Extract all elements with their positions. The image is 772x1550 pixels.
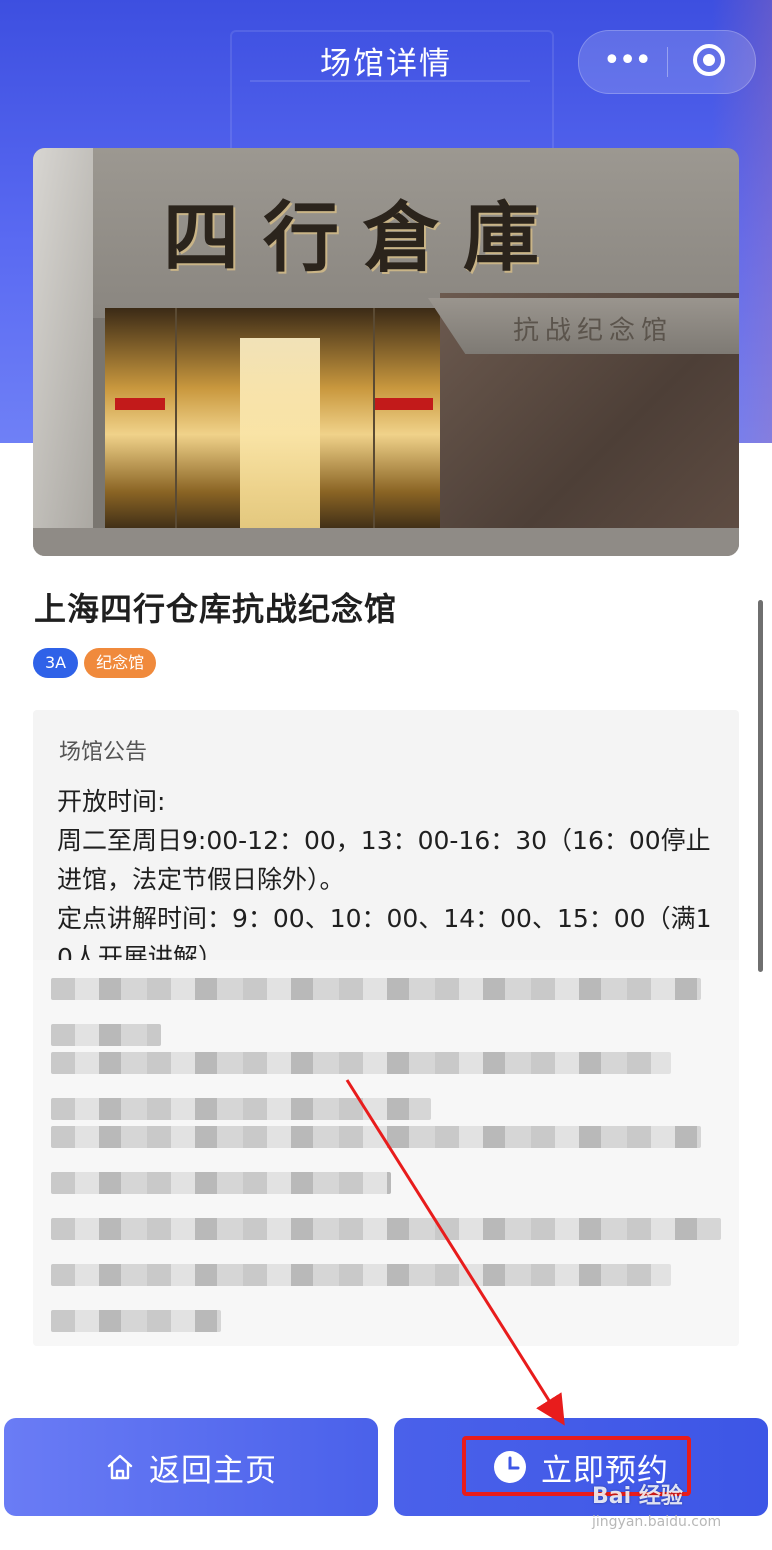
photo-sub-sign-text: 抗战纪念馆: [513, 316, 674, 346]
tag-type: 纪念馆: [84, 648, 157, 678]
tag-level: 3A: [33, 648, 79, 678]
photo-red-bar: [375, 398, 433, 410]
back-home-label: 返回主页: [149, 1452, 277, 1489]
mini-program-capsule: •••: [578, 30, 756, 94]
blurred-line: [51, 978, 701, 1000]
photo-sign-text: 四行倉庫: [163, 193, 563, 282]
blurred-notice-content: [33, 960, 739, 1346]
notice-title: 场馆公告: [59, 740, 148, 765]
watermark-brand: Bai 经验: [592, 1484, 683, 1509]
home-icon: [105, 1452, 135, 1482]
venue-name: 上海四行仓库抗战纪念馆: [34, 590, 398, 628]
photo-sidewalk: [33, 528, 739, 556]
blurred-line: [51, 1172, 391, 1194]
venue-notice: 场馆公告 开放时间: 周二至周日9:00-12：00，13：00-16：30（1…: [33, 710, 739, 1346]
blurred-line: [51, 1098, 431, 1120]
book-now-button[interactable]: 立即预约: [394, 1418, 768, 1516]
back-home-button[interactable]: 返回主页: [4, 1418, 378, 1516]
clock-icon: [493, 1450, 527, 1484]
blurred-line: [51, 1024, 161, 1046]
blurred-line: [51, 1052, 671, 1074]
scrollbar[interactable]: [758, 600, 763, 972]
photo-left-wall: [33, 148, 93, 556]
venue-tags: 3A 纪念馆: [33, 648, 162, 678]
photo-door-frame: [373, 308, 375, 538]
blurred-line: [51, 1218, 721, 1240]
target-circle-icon[interactable]: [693, 44, 725, 76]
watermark-url: jingyan.baidu.com: [592, 1514, 722, 1530]
more-dots-icon[interactable]: •••: [603, 46, 652, 76]
photo-entrance-glow: [240, 338, 320, 528]
capsule-divider: [667, 47, 668, 77]
photo-red-bar: [115, 398, 165, 410]
blurred-line: [51, 1126, 701, 1148]
notice-body: 开放时间: 周二至周日9:00-12：00，13：00-16：30（16：00停…: [57, 787, 712, 972]
blurred-line: [51, 1264, 671, 1286]
venue-photo: 四行倉庫 抗战纪念馆: [33, 148, 739, 556]
photo-door-frame: [175, 308, 177, 538]
blurred-line: [51, 1310, 221, 1332]
photo-entrance: [105, 308, 440, 538]
